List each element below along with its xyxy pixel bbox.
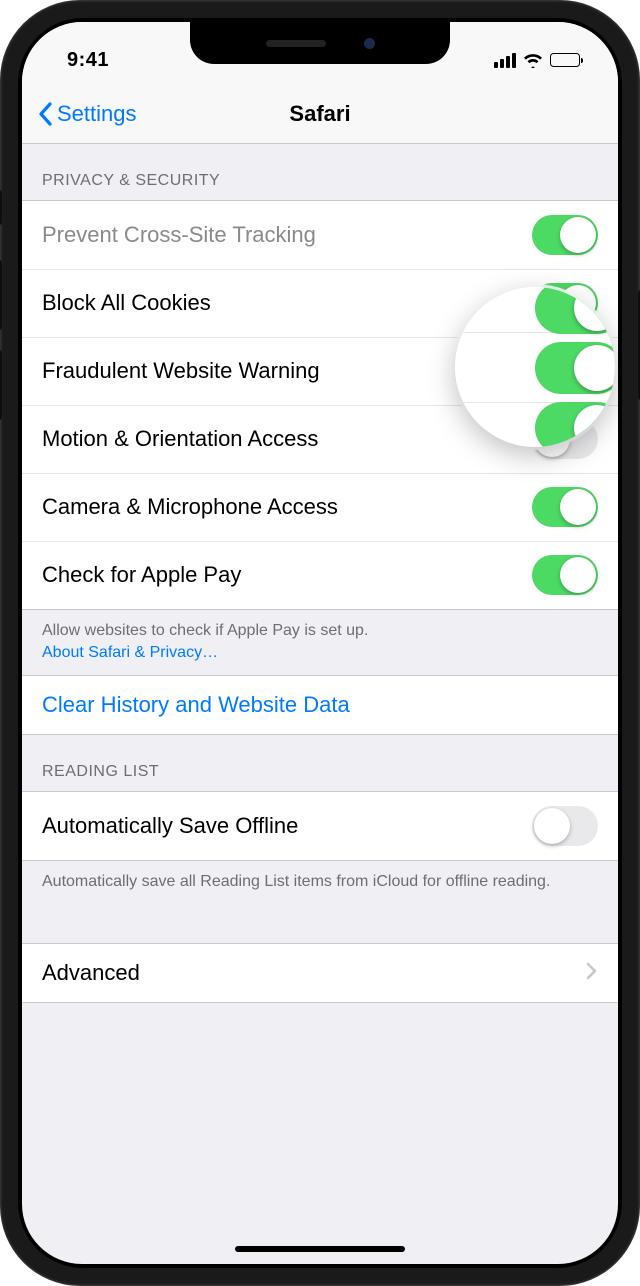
about-safari-privacy-link[interactable]: About Safari & Privacy… bbox=[42, 644, 218, 661]
back-button[interactable]: Settings bbox=[38, 101, 137, 127]
magnified-toggle-icon bbox=[535, 402, 615, 448]
magnifier-callout bbox=[455, 287, 615, 447]
notch bbox=[190, 22, 450, 64]
speaker-grille bbox=[266, 40, 326, 47]
section-header-reading-list: Reading List bbox=[22, 735, 618, 791]
home-indicator[interactable] bbox=[235, 1246, 405, 1252]
toggle-check-for-apple-pay[interactable] bbox=[532, 555, 598, 595]
settings-content[interactable]: Privacy & Security Prevent Cross-Site Tr… bbox=[22, 144, 618, 1003]
volume-up-button bbox=[0, 260, 2, 330]
front-sensor bbox=[364, 38, 375, 49]
row-automatically-save-offline: Automatically Save Offline bbox=[22, 792, 618, 860]
clear-history-group: Clear History and Website Data bbox=[22, 675, 618, 735]
screen: 9:41 Settings bbox=[22, 22, 618, 1264]
row-check-for-apple-pay: Check for Apple Pay bbox=[22, 541, 618, 609]
reading-list-group: Automatically Save Offline bbox=[22, 791, 618, 861]
status-icons bbox=[494, 52, 580, 68]
cellular-signal-icon bbox=[494, 53, 516, 68]
row-advanced[interactable]: Advanced bbox=[22, 944, 618, 1002]
chevron-left-icon bbox=[38, 102, 53, 126]
row-label: Check for Apple Pay bbox=[42, 562, 241, 588]
status-time: 9:41 bbox=[67, 49, 109, 72]
section-footer-privacy: Allow websites to check if Apple Pay is … bbox=[22, 610, 618, 675]
page-title: Safari bbox=[289, 101, 350, 127]
magnified-toggle-icon bbox=[535, 342, 615, 394]
row-clear-history-and-website-data[interactable]: Clear History and Website Data bbox=[22, 676, 618, 734]
section-footer-reading-list: Automatically save all Reading List item… bbox=[22, 861, 618, 905]
iphone-device-frame: 9:41 Settings bbox=[0, 0, 640, 1286]
row-camera-microphone-access: Camera & Microphone Access bbox=[22, 473, 618, 541]
toggle-camera-microphone-access[interactable] bbox=[532, 487, 598, 527]
row-label: Fraudulent Website Warning bbox=[42, 358, 320, 384]
advanced-group: Advanced bbox=[22, 943, 618, 1003]
section-header-privacy: Privacy & Security bbox=[22, 144, 618, 200]
row-label: Clear History and Website Data bbox=[42, 692, 350, 718]
wifi-icon bbox=[523, 52, 543, 68]
row-label: Camera & Microphone Access bbox=[42, 494, 338, 520]
silence-switch bbox=[0, 190, 2, 225]
row-label: Automatically Save Offline bbox=[42, 813, 298, 839]
footer-text: Allow websites to check if Apple Pay is … bbox=[42, 622, 368, 639]
row-label: Block All Cookies bbox=[42, 290, 211, 316]
back-label: Settings bbox=[57, 101, 137, 127]
row-prevent-cross-site-tracking: Prevent Cross-Site Tracking bbox=[22, 201, 618, 269]
battery-icon bbox=[550, 53, 580, 67]
row-label: Advanced bbox=[42, 960, 140, 986]
volume-down-button bbox=[0, 350, 2, 420]
toggle-prevent-cross-site-tracking[interactable] bbox=[532, 215, 598, 255]
row-label: Prevent Cross-Site Tracking bbox=[42, 222, 316, 248]
row-label: Motion & Orientation Access bbox=[42, 426, 318, 452]
magnified-toggle-icon bbox=[535, 287, 615, 334]
toggle-automatically-save-offline[interactable] bbox=[532, 806, 598, 846]
chevron-right-icon bbox=[586, 959, 598, 987]
navigation-bar: Settings Safari bbox=[22, 84, 618, 144]
